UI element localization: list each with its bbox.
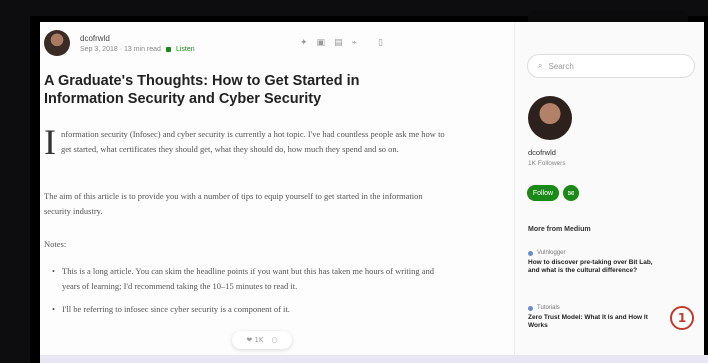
- bookmark-icon[interactable]: ▯: [378, 38, 383, 48]
- link-icon[interactable]: ⌁: [352, 38, 357, 48]
- comment-button[interactable]: ○: [272, 336, 278, 344]
- rec-author: Vulnlogger: [528, 250, 658, 256]
- notes-heading: Notes:: [44, 239, 67, 249]
- followers-count[interactable]: 1K Followers: [528, 160, 566, 167]
- recommendation-item[interactable]: Tutorials Zero Trust Model: What It Is a…: [528, 305, 658, 330]
- list-item: I'll be referring to infosec since cyber…: [52, 302, 442, 317]
- search-input[interactable]: ⌕ Search: [527, 54, 695, 78]
- rec-author-name: Vulnlogger: [537, 250, 566, 256]
- rec-title[interactable]: How to discover pre-taking over Bit Lab,…: [528, 259, 658, 275]
- read-time: Sep 3, 2018 · 13 min read: [80, 45, 161, 53]
- search-icon: ⌕: [538, 61, 543, 70]
- bottom-strip: [40, 355, 708, 363]
- rec-author: Tutorials: [528, 305, 658, 311]
- floating-action-bar: ❤ 1K ○: [232, 331, 292, 349]
- author-meta: dcofrwld Sep 3, 2018 · 13 min read Liste…: [80, 34, 195, 53]
- article-title: A Graduate's Thoughts: How to Get Starte…: [44, 73, 360, 107]
- rec-author-avatar-icon: [528, 305, 533, 311]
- subscribe-mail-icon[interactable]: ✉: [563, 185, 579, 201]
- profile-name[interactable]: dcofrwld: [528, 148, 556, 157]
- more-from-heading: More from Medium: [528, 226, 591, 233]
- rec-author-avatar-icon: [528, 250, 533, 256]
- search-placeholder: Search: [548, 61, 574, 71]
- clap-button[interactable]: ❤ 1K: [246, 336, 263, 344]
- author-name[interactable]: dcofrwld: [80, 34, 195, 43]
- author-avatar[interactable]: [44, 30, 70, 56]
- linkedin-icon[interactable]: ▣: [317, 38, 326, 48]
- notification-badge[interactable]: 1: [670, 306, 694, 330]
- paragraph-aim: The aim of this article is to provide yo…: [44, 191, 423, 216]
- recommendation-item[interactable]: Vulnlogger How to discover pre-taking ov…: [528, 250, 658, 275]
- paragraph-intro: I nformation security (Infosec) and cybe…: [44, 122, 449, 162]
- listen-icon[interactable]: [165, 46, 171, 52]
- paragraph-intro-text: nformation security (Infosec) and cyber …: [61, 129, 445, 154]
- notes-list: This is a long article. You can skim the…: [52, 264, 442, 325]
- share-toolbar: ✦ ▣ ▤ ⌁ ▯: [300, 38, 383, 48]
- list-item: This is a long article. You can skim the…: [52, 264, 442, 294]
- drop-cap: I: [44, 122, 56, 162]
- rec-title[interactable]: Zero Trust Model: What It Is and How It …: [528, 314, 658, 330]
- facebook-icon[interactable]: ▤: [334, 38, 343, 48]
- rec-author-name: Tutorials: [537, 305, 560, 311]
- article-meta: Sep 3, 2018 · 13 min read Listen: [80, 46, 195, 53]
- follow-button[interactable]: Follow: [527, 185, 559, 201]
- listen-label[interactable]: Listen: [176, 46, 195, 53]
- author-row: dcofrwld Sep 3, 2018 · 13 min read Liste…: [44, 30, 195, 56]
- twitter-icon[interactable]: ✦: [300, 38, 308, 48]
- profile-avatar[interactable]: [528, 96, 572, 140]
